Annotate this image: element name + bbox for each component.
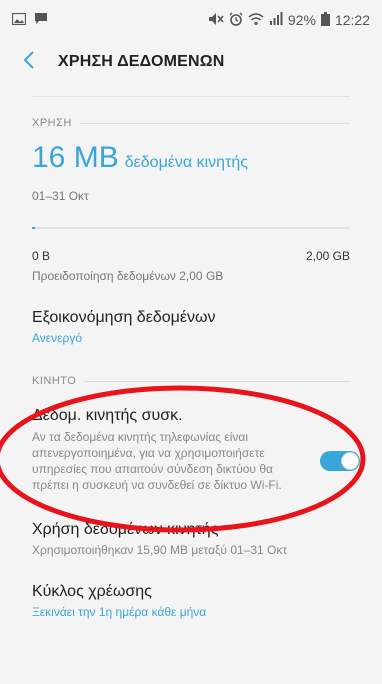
battery-icon xyxy=(320,11,330,29)
mute-icon xyxy=(208,12,224,29)
signal-icon xyxy=(269,12,283,28)
usage-progress-fill xyxy=(32,227,35,229)
mobile-section-label: ΚΙΝΗΤΟ xyxy=(32,375,77,387)
section-divider xyxy=(84,380,350,382)
status-right: 92% 12:22 xyxy=(208,11,370,29)
mobile-data-title: Δεδομ. κινητής συσκ. xyxy=(32,407,183,424)
usage-section-header: ΧΡΗΣΗ xyxy=(32,117,350,129)
mobile-data-toggle-row[interactable]: Δεδομ. κινητής συσκ. Αν τα δεδομένα κινη… xyxy=(32,407,360,493)
status-left xyxy=(11,12,48,28)
usage-amount: 16 MB δεδομένα κινητής xyxy=(32,141,350,175)
usage-progress-bar xyxy=(32,227,350,229)
bar-min-label: 0 B xyxy=(32,249,51,263)
usage-amount-value: 16 MB xyxy=(32,141,119,174)
back-arrow-icon xyxy=(23,50,35,75)
billing-cycle-item[interactable]: Κύκλος χρέωσης Ξεκινάει την 1η ημέρα κάθ… xyxy=(32,583,350,619)
mobile-section-header: ΚΙΝΗΤΟ xyxy=(32,375,350,387)
usage-date-range: 01–31 Οκτ xyxy=(32,189,89,203)
mobile-data-text: Δεδομ. κινητής συσκ. Αν τα δεδομένα κινη… xyxy=(32,407,320,493)
usage-amount-label: δεδομένα κινητής xyxy=(124,154,248,171)
mobile-data-usage-sub: Χρησιμοποιήθηκαν 15,90 MB μεταξύ 01–31 Ο… xyxy=(32,543,288,557)
wifi-icon xyxy=(248,12,264,29)
clock: 12:22 xyxy=(334,12,370,28)
bar-max-label: 2,00 GB xyxy=(305,249,350,263)
message-icon xyxy=(34,12,48,28)
section-divider xyxy=(79,122,350,124)
page-title: ΧΡΗΣΗ ΔΕΔΟΜΕΝΩΝ xyxy=(58,53,225,70)
usage-bar-labels: 0 B 2,00 GB xyxy=(32,249,350,263)
billing-cycle-title: Κύκλος χρέωσης xyxy=(32,583,152,600)
billing-cycle-sub: Ξεκινάει την 1η ημέρα κάθε μήνα xyxy=(32,605,207,619)
usage-section-label: ΧΡΗΣΗ xyxy=(32,117,72,129)
mobile-data-description: Αν τα δεδομένα κινητής τηλεφωνίας είναι … xyxy=(32,430,282,492)
data-saver-title: Εξοικονόμηση δεδομένων xyxy=(32,309,216,326)
data-saver-item[interactable]: Εξοικονόμηση δεδομένων Ανενεργό xyxy=(32,309,350,345)
mobile-data-usage-item[interactable]: Χρήση δεδομένων κινητής Χρησιμοποιήθηκαν… xyxy=(32,521,350,557)
header-divider xyxy=(32,96,350,97)
gallery-icon xyxy=(11,12,27,28)
data-warning-text: Προειδοποίηση δεδομένων 2,00 GB xyxy=(32,269,224,283)
app-bar: ΧΡΗΣΗ ΔΕΔΟΜΕΝΩΝ xyxy=(0,40,382,84)
switch-knob xyxy=(341,452,359,470)
mobile-data-usage-title: Χρήση δεδομένων κινητής xyxy=(32,521,219,538)
status-bar: 92% 12:22 xyxy=(0,0,382,40)
back-button[interactable] xyxy=(14,45,44,79)
battery-percent: 92% xyxy=(287,12,316,28)
mobile-data-switch[interactable] xyxy=(320,451,360,471)
alarm-icon xyxy=(229,11,243,29)
data-saver-status: Ανενεργό xyxy=(32,331,82,345)
